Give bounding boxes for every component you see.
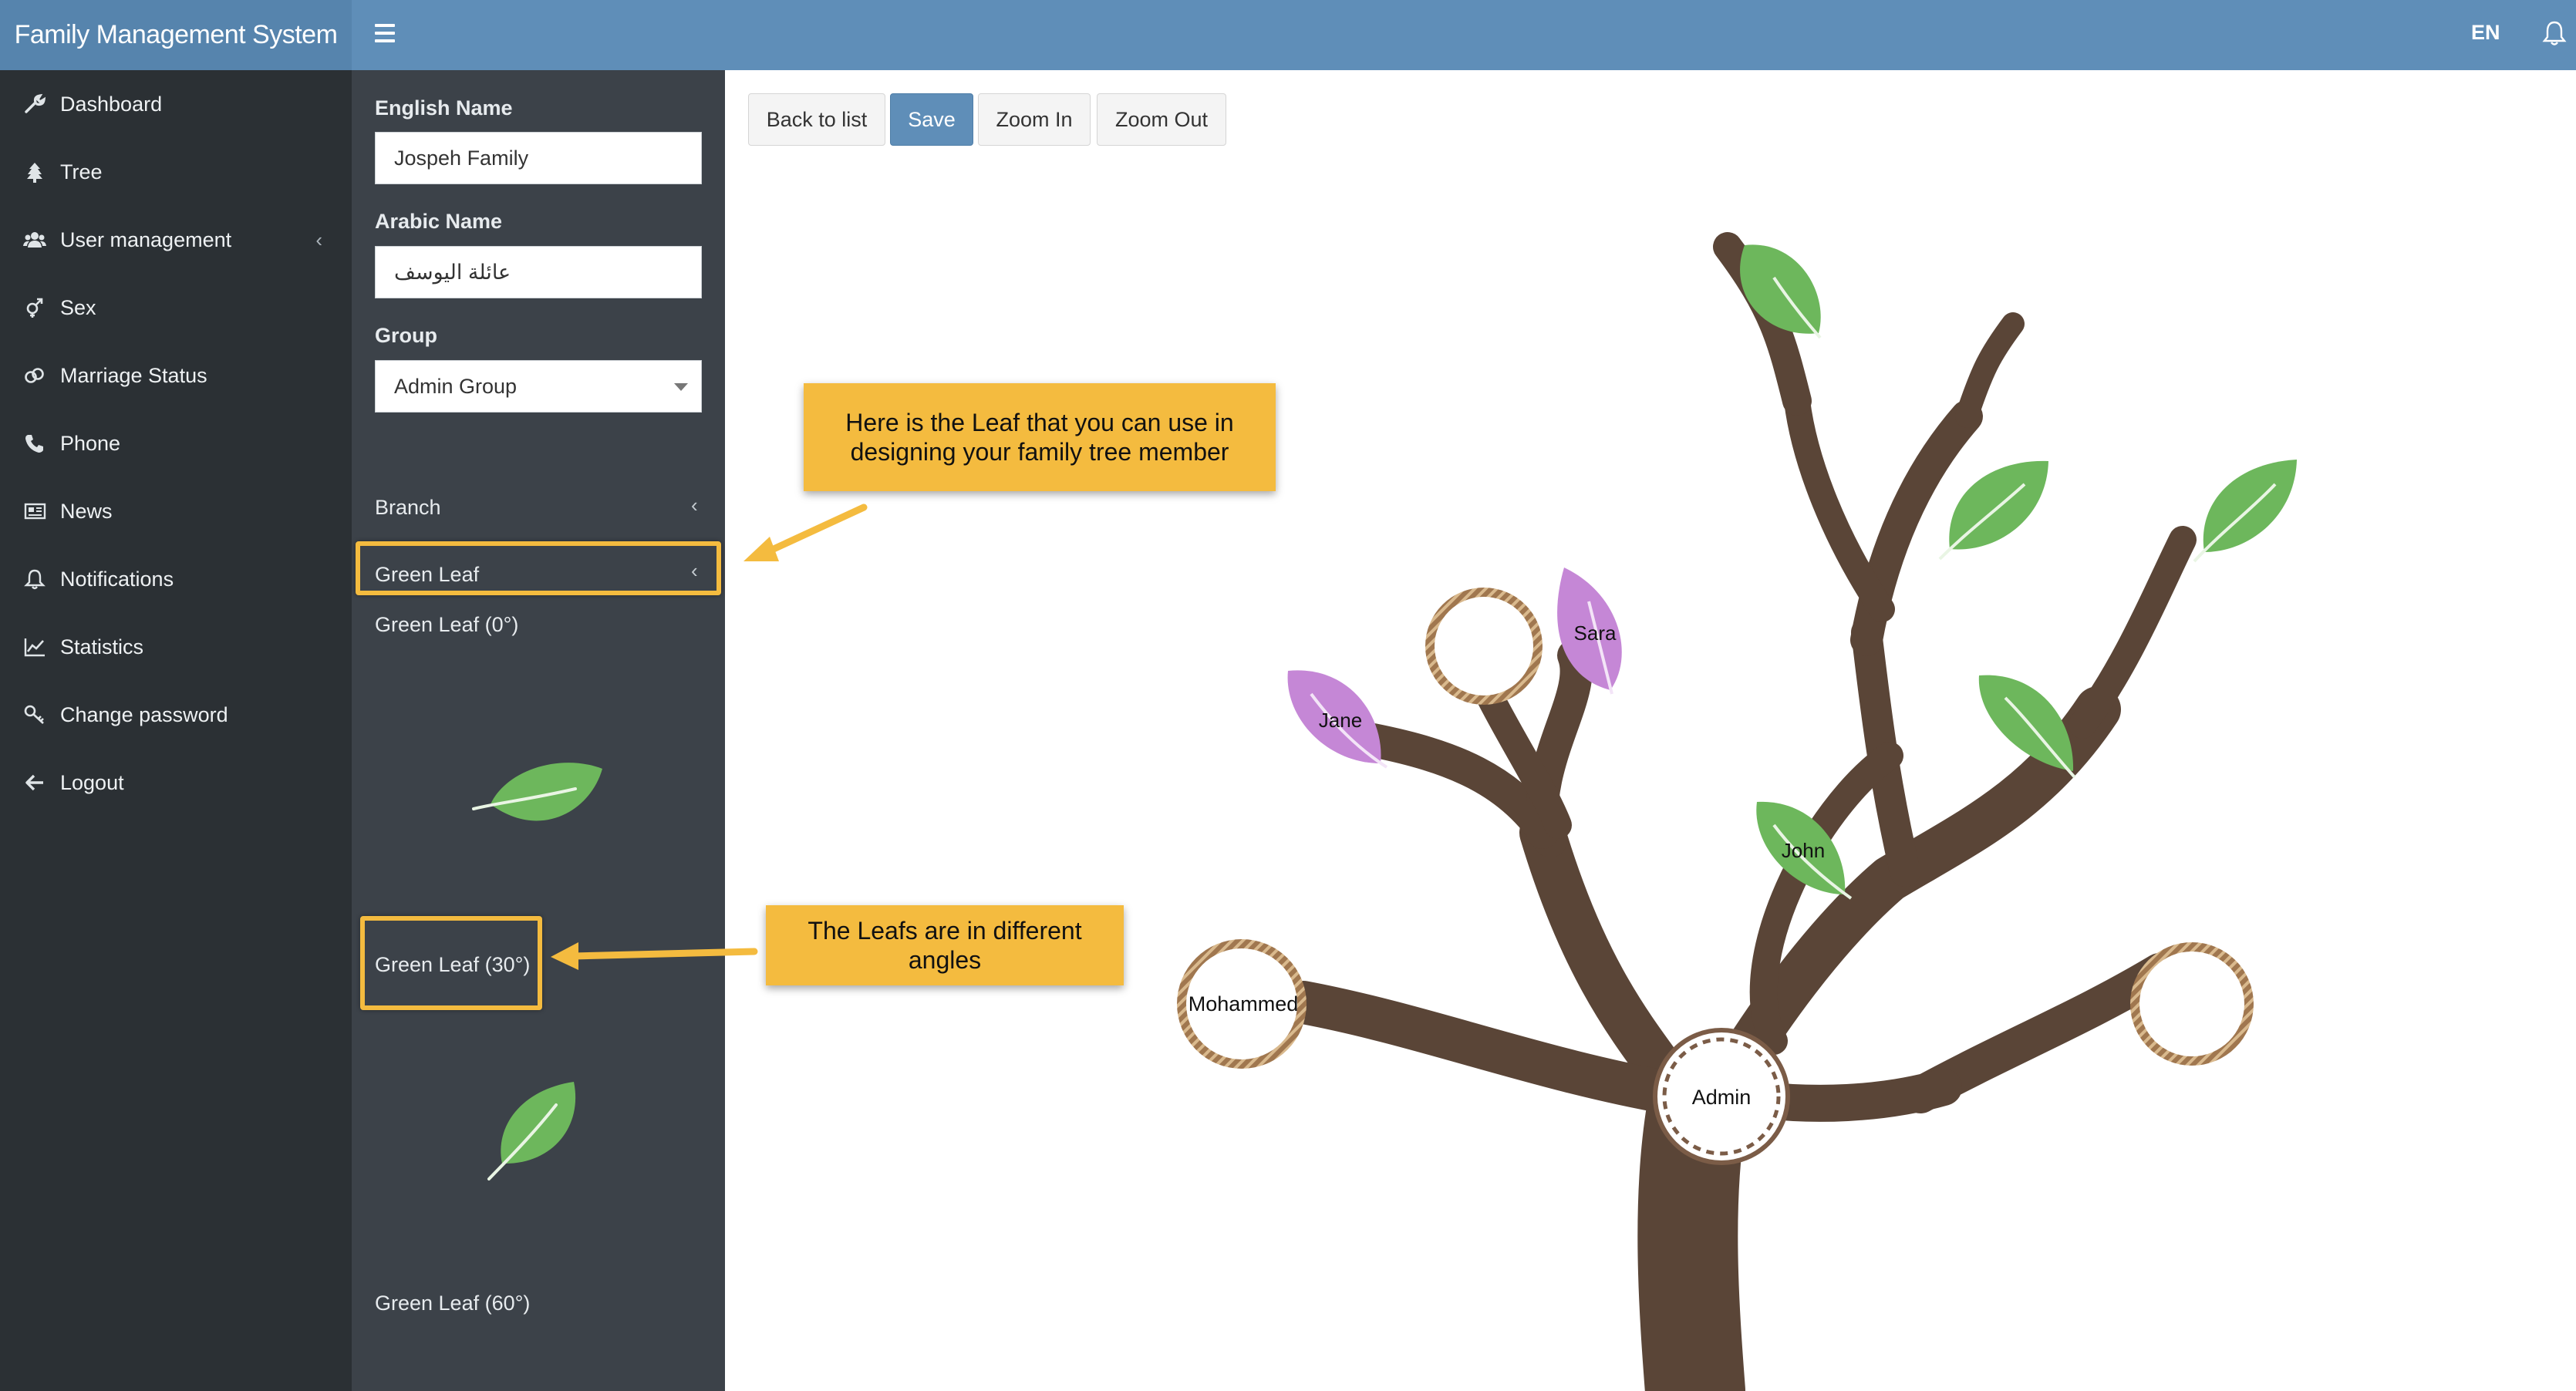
sidebar-item-label: User management — [60, 228, 232, 251]
users-icon — [23, 232, 46, 248]
sidebar-item-user-management[interactable]: User management ‹ — [0, 212, 352, 268]
empty-member-ring-right[interactable] — [2130, 942, 2254, 1066]
sidebar-item-label: Notifications — [60, 568, 174, 591]
sidebar: Dashboard Tree User management ‹ Sex Mar… — [0, 70, 352, 1391]
tree-canvas[interactable]: Back to list Save Zoom In Zoom Out John … — [725, 70, 2576, 1391]
member-label-jane: Jane — [1319, 709, 1362, 732]
arabic-name-input[interactable] — [375, 246, 702, 298]
sidebar-item-marriage-status[interactable]: Marriage Status — [0, 348, 352, 403]
green-leaf-30-highlight — [360, 916, 542, 1010]
green-leaf-0-icon[interactable] — [467, 749, 614, 841]
member-label-admin: Admin — [1692, 1086, 1752, 1109]
family-tree: John Jane Sara Mohammed Admin — [1177, 232, 2297, 1391]
tree-branches — [1282, 232, 2197, 1391]
sidebar-item-notifications[interactable]: Notifications — [0, 551, 352, 607]
gender-icon — [26, 298, 43, 318]
bell-icon[interactable] — [2542, 20, 2567, 46]
language-selector[interactable]: EN — [2471, 0, 2500, 66]
sidebar-item-label: Dashboard — [60, 93, 163, 116]
top-bar: Family Management System EN — [0, 0, 2576, 70]
newspaper-icon — [24, 503, 46, 520]
group-select[interactable]: Admin Group — [375, 360, 702, 413]
tree-settings-panel: English Name Arabic Name Group Admin Gro… — [352, 70, 725, 1391]
chart-icon — [24, 638, 45, 657]
sidebar-item-label: Marriage Status — [60, 364, 207, 387]
angles-callout: The Leafs are in different angles — [766, 905, 1124, 985]
sidebar-item-sex[interactable]: Sex — [0, 280, 352, 335]
tree-leaf-mid-right[interactable] — [1938, 460, 2048, 561]
english-name-input[interactable] — [375, 132, 702, 184]
green-leaf-30-icon[interactable] — [475, 1073, 591, 1188]
tree-leaf-top[interactable] — [1740, 244, 1822, 339]
chevron-left-icon: ‹ — [315, 228, 322, 251]
group-select-value: Admin Group — [394, 375, 518, 398]
sidebar-item-label: Logout — [60, 771, 124, 794]
palette-branch[interactable]: Branch — [375, 496, 441, 520]
sidebar-item-label: Tree — [60, 160, 103, 184]
member-ring-admin[interactable]: Admin — [1653, 1028, 1790, 1165]
sidebar-item-dashboard[interactable]: Dashboard — [0, 76, 352, 132]
empty-member-ring-top[interactable] — [1425, 588, 1543, 705]
rings-icon — [25, 368, 44, 383]
sidebar-item-label: Change password — [60, 703, 228, 726]
arabic-name-label: Arabic Name — [375, 210, 503, 233]
tree-leaf-far-right[interactable] — [2193, 460, 2297, 563]
angles-callout-line1: The Leafs are in different — [808, 917, 1082, 945]
member-label-john: John — [1782, 839, 1825, 862]
phone-icon — [25, 435, 43, 453]
sidebar-item-change-password[interactable]: Change password — [0, 687, 352, 743]
palette-green-leaf-60[interactable]: Green Leaf (60°) — [375, 1292, 530, 1315]
sidebar-item-label: Phone — [60, 432, 121, 455]
sidebar-item-phone[interactable]: Phone — [0, 416, 352, 471]
sidebar-item-tree[interactable]: Tree — [0, 144, 352, 200]
sidebar-item-label: Sex — [60, 296, 96, 319]
english-name-label: English Name — [375, 96, 513, 120]
member-label-sara: Sara — [1574, 621, 1617, 645]
group-label: Group — [375, 324, 437, 347]
member-label-mohammed: Mohammed — [1189, 992, 1299, 1015]
tree-leaf-jane[interactable]: Jane — [1287, 670, 1388, 769]
leaf-callout-line2: designing your family tree member — [850, 438, 1229, 466]
sidebar-item-label: Statistics — [60, 635, 144, 658]
app-title[interactable]: Family Management System — [0, 0, 352, 70]
sidebar-item-logout[interactable]: Logout — [0, 755, 352, 810]
tree-icon — [27, 163, 42, 183]
key-icon — [24, 705, 44, 724]
sidebar-item-label: News — [60, 500, 113, 523]
leaf-callout: Here is the Leaf that you can use in des… — [804, 383, 1276, 491]
sidebar-item-statistics[interactable]: Statistics — [0, 619, 352, 675]
member-ring-mohammed[interactable]: Mohammed — [1177, 939, 1307, 1069]
angles-callout-line2: angles — [908, 946, 982, 974]
wrench-icon — [25, 93, 46, 113]
green-leaf-highlight — [356, 541, 721, 595]
sidebar-item-news[interactable]: News — [0, 483, 352, 539]
chevron-down-icon — [674, 383, 688, 391]
arrow-left-icon — [25, 774, 43, 791]
palette-green-leaf-0[interactable]: Green Leaf (0°) — [375, 613, 518, 637]
menu-toggle-icon[interactable] — [375, 24, 395, 44]
bell-icon — [24, 569, 46, 590]
leaf-callout-line1: Here is the Leaf that you can use in — [845, 409, 1234, 436]
chevron-left-icon: ‹ — [691, 493, 698, 517]
